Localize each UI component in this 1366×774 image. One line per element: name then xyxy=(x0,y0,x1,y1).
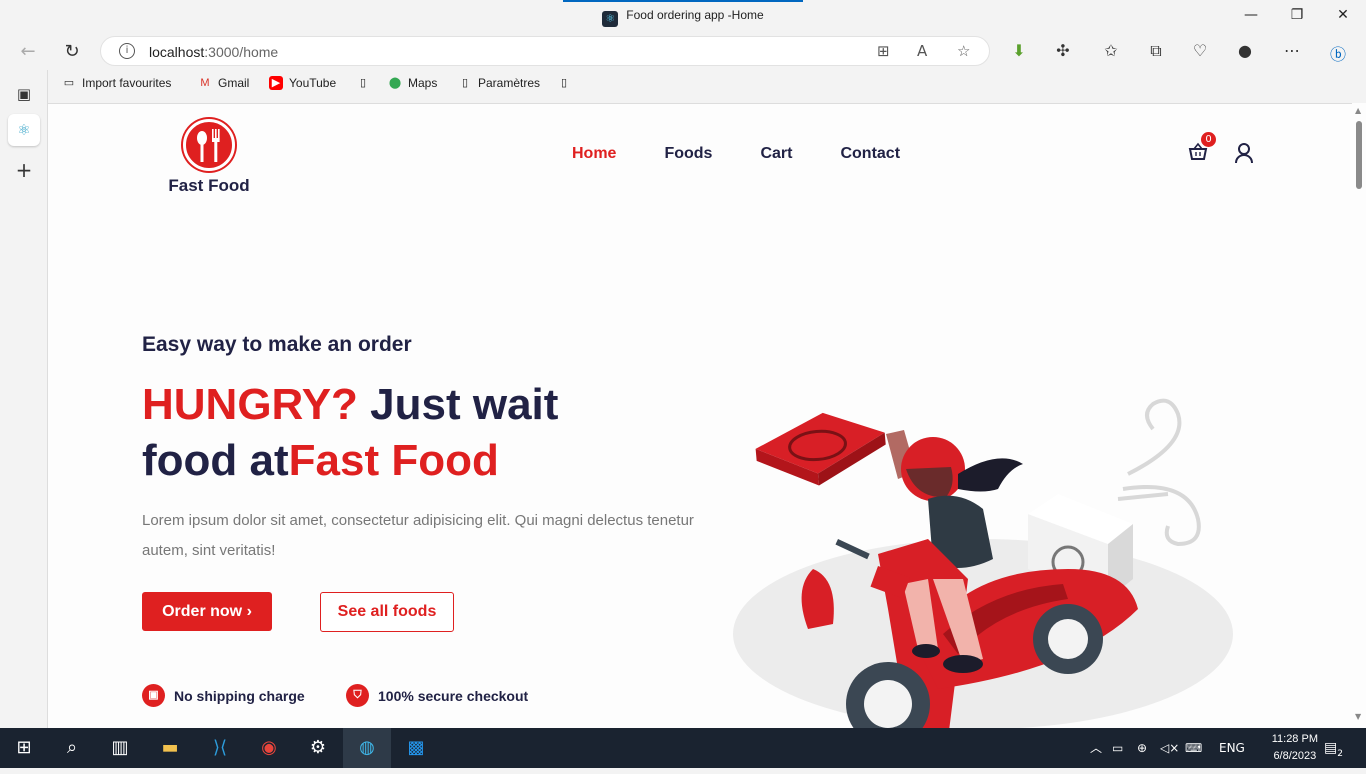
browser-toolbar: ← ↻ i localhost:3000/home ⊞ A ☆ ⬇ ✣ ✩ ⧉ … xyxy=(0,34,1366,70)
main-navigation: Home Foods Cart Contact xyxy=(572,145,900,163)
scroll-thumb[interactable] xyxy=(1356,121,1362,189)
order-now-button[interactable]: Order now › xyxy=(142,592,272,631)
address-bar[interactable]: i localhost:3000/home ⊞ A ☆ xyxy=(100,36,990,66)
app-available-icon[interactable]: ⊞ xyxy=(877,42,890,60)
fork-spoon-logo-icon xyxy=(183,119,235,171)
vscode-icon[interactable]: ⟩⟨ xyxy=(196,728,244,768)
extensions-icon[interactable]: ✣ xyxy=(1051,41,1075,60)
favorites-icon[interactable]: ✩ xyxy=(1099,41,1123,60)
nav-cart[interactable]: Cart xyxy=(760,145,792,163)
react-icon: ⚛ xyxy=(602,11,619,27)
scroll-down-arrow-icon[interactable]: ▼ xyxy=(1355,712,1361,721)
system-clock[interactable]: 11:28 PM 6/8/2023 xyxy=(1272,731,1318,765)
gmail-icon: M xyxy=(200,77,210,89)
feature-no-shipping: ▣ No shipping charge xyxy=(142,684,305,707)
keyboard-icon[interactable]: ⌨ xyxy=(1185,728,1202,768)
edge-icon[interactable]: ◍ xyxy=(343,728,391,768)
nav-actions: 0 xyxy=(1188,132,1256,164)
bookmark-page-2[interactable]: ▯ xyxy=(557,76,571,90)
windows-taskbar: ⊞ ⌕ ▥ ▬ ⟩⟨ ◉ ⚙ ◍ ▩ ︿ ▭ ⊕ ◁× ⌨ ENG 11:28 … xyxy=(0,728,1366,768)
bookmark-import-favourites[interactable]: ▭ Import favourites xyxy=(62,76,172,90)
volume-muted-icon[interactable]: ◁× xyxy=(1160,728,1179,768)
performance-icon[interactable]: ♡ xyxy=(1188,41,1212,60)
bookmark-maps[interactable]: ⬤ Maps xyxy=(388,76,438,90)
task-view-icon[interactable]: ▥ xyxy=(96,728,144,768)
hero-subtitle: Easy way to make an order xyxy=(142,333,412,356)
minimize-button[interactable]: — xyxy=(1228,7,1274,23)
user-icon[interactable] xyxy=(1234,142,1256,164)
page-scrollbar[interactable]: ▲ ▼ xyxy=(1352,103,1366,728)
language-indicator[interactable]: ENG xyxy=(1219,728,1245,768)
page-icon: ▯ xyxy=(359,77,367,89)
bookmark-parametres[interactable]: ▯ Paramètres xyxy=(458,76,540,90)
favorites-bar: ▭ Import favourites M Gmail ▶ YouTube ▯ ⬤ Ma… xyxy=(48,70,1366,98)
import-icon: ▭ xyxy=(63,77,75,89)
more-options-icon[interactable]: ⋯ xyxy=(1280,41,1304,60)
hero-description: Lorem ipsum dolor sit amet, consectetur … xyxy=(142,512,694,559)
windows-start-icon[interactable]: ⊞ xyxy=(0,728,48,768)
nav-foods[interactable]: Foods xyxy=(664,145,712,163)
tab-title: Food ordering app -Home xyxy=(626,8,764,22)
active-tab[interactable]: ⚛ Food ordering app -Home xyxy=(0,8,1366,27)
cart-count-badge: 0 xyxy=(1201,132,1216,147)
restore-button[interactable]: ❐ xyxy=(1274,7,1320,23)
active-tab-indicator xyxy=(563,0,803,2)
shield-icon: ⛉ xyxy=(346,684,369,707)
nav-home[interactable]: Home xyxy=(572,145,616,163)
youtube-icon: ▶ xyxy=(269,76,283,90)
bookmark-youtube[interactable]: ▶ YouTube xyxy=(269,76,336,90)
bookmark-page[interactable]: ▯ xyxy=(356,76,370,90)
bing-chat-icon[interactable]: ⓑ xyxy=(1326,41,1350,65)
maps-icon: ⬤ xyxy=(388,77,402,89)
profile-avatar[interactable]: ● xyxy=(1233,41,1257,60)
feature-secure-checkout: ⛉ 100% secure checkout xyxy=(346,684,528,707)
car-icon: ▣ xyxy=(142,684,165,707)
title-bar: ⚛ Food ordering app -Home — ❐ ✕ xyxy=(0,0,1366,34)
favorite-star-icon[interactable]: ☆ xyxy=(957,42,970,60)
page-icon: ▯ xyxy=(560,77,568,89)
collections-icon[interactable]: ⧉ xyxy=(1144,41,1168,61)
hero-title: HUNGRY? Just wait food atFast Food xyxy=(142,380,559,485)
page-icon: ▯ xyxy=(461,77,469,89)
delivery-scooter-illustration xyxy=(733,398,1233,728)
settings-gear-icon[interactable]: ⚙ xyxy=(294,728,342,768)
new-tab-plus-icon[interactable]: + xyxy=(8,154,40,186)
scroll-up-arrow-icon[interactable]: ▲ xyxy=(1355,106,1361,115)
back-button[interactable]: ← xyxy=(16,40,40,64)
docker-icon[interactable]: ▩ xyxy=(392,728,440,768)
page-viewport: Fast Food Home Foods Cart Contact 0 Easy… xyxy=(48,103,1352,728)
read-aloud-icon[interactable]: A xyxy=(917,42,927,60)
refresh-button[interactable]: ↻ xyxy=(60,40,84,64)
close-window-button[interactable]: ✕ xyxy=(1320,7,1366,23)
chrome-icon[interactable]: ◉ xyxy=(245,728,293,768)
see-all-foods-button[interactable]: See all foods xyxy=(320,592,454,632)
search-icon[interactable]: ⌕ xyxy=(48,728,96,768)
clock-date: 6/8/2023 xyxy=(1273,750,1317,762)
vertical-tab-react-app[interactable]: ⚛ xyxy=(8,114,40,146)
nav-contact[interactable]: Contact xyxy=(840,145,900,163)
clock-time: 11:28 PM xyxy=(1271,733,1318,745)
logo-name: Fast Food xyxy=(168,176,250,195)
show-hidden-icons-icon[interactable]: ︿ xyxy=(1090,728,1102,768)
file-explorer-icon[interactable]: ▬ xyxy=(146,728,194,768)
tab-actions-icon[interactable]: ▣ xyxy=(8,78,40,110)
site-logo[interactable]: Fast Food xyxy=(164,119,254,196)
network-globe-icon[interactable]: ⊕ xyxy=(1137,728,1147,768)
battery-icon[interactable]: ▭ xyxy=(1112,728,1123,768)
url-text: localhost:3000/home xyxy=(149,44,279,60)
notification-count: 2 xyxy=(1337,748,1343,759)
site-info-icon[interactable]: i xyxy=(119,43,135,59)
shopping-basket-icon[interactable]: 0 xyxy=(1188,132,1216,164)
download-extension-icon[interactable]: ⬇ xyxy=(1007,41,1031,60)
bookmark-gmail[interactable]: M Gmail xyxy=(198,76,249,90)
vertical-tabs-sidebar: ▣ ⚛ + xyxy=(0,70,48,728)
notification-center-icon[interactable]: ▤2 xyxy=(1324,728,1343,774)
